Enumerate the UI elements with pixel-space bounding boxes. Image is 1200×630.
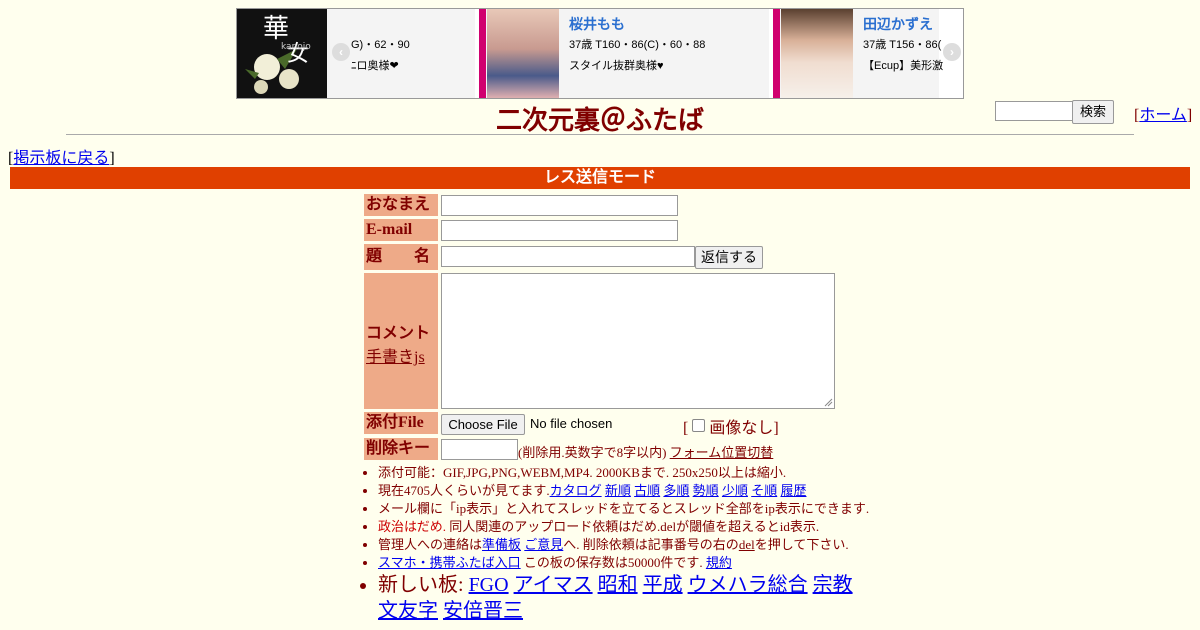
- ad-card[interactable]: 桜井もも 37歳 T160・86(C)・60・88 スタイル抜群奥様♥: [479, 9, 769, 98]
- board-link-umehara[interactable]: ウメハラ総合: [688, 574, 808, 596]
- rule-item: 現在4705人くらいが見てます.カタログ 新順 古順 多順 勢順 少順 そ順 履…: [378, 482, 876, 500]
- delkey-note: (削除用.英数字で8字以内): [518, 445, 667, 460]
- ad-card-photo: [487, 9, 559, 98]
- rule-text: を押して下さい.: [754, 537, 849, 552]
- board-link-fgo[interactable]: FGO: [469, 574, 509, 596]
- new-boards-label: 新しい板:: [378, 574, 469, 596]
- home-link[interactable]: ホーム: [1139, 107, 1187, 124]
- choose-file-button[interactable]: Choose File: [441, 414, 525, 435]
- search-button[interactable]: 検索: [1072, 100, 1114, 124]
- storage-note: この板の保存数は50000件です.: [520, 555, 703, 570]
- svg-text:華: 華: [263, 14, 289, 44]
- history-link[interactable]: 履歴: [780, 483, 806, 498]
- name-label: おなまえ: [364, 194, 438, 216]
- delkey-field[interactable]: [441, 439, 518, 460]
- tegaki-link[interactable]: 手書きjs: [366, 349, 425, 366]
- mobile-entry-link[interactable]: スマホ・携帯ふたば入口: [378, 555, 521, 570]
- ad-card-stripe: [479, 9, 486, 98]
- rule-item: 添付可能：GIF,JPG,PNG,WEBM,MP4. 2000KBまで. 250…: [378, 464, 876, 482]
- rule-text: 管理人への連絡は: [378, 537, 483, 552]
- delkey-note-line: (削除用.英数字で8字以内) フォーム位置切替: [518, 442, 773, 461]
- ad-card-spec: 37歳 T160・86(C)・60・88: [569, 39, 706, 51]
- search-input[interactable]: [995, 101, 1075, 121]
- brand-logo[interactable]: 華 女 kanojo: [237, 9, 327, 98]
- rule-item: 管理人への連絡は準備板 ご意見へ. 削除依頼は記事番号の右のdelを押して下さい…: [378, 536, 876, 554]
- home-link-wrapper: [ホーム]: [1134, 107, 1193, 124]
- back-link-wrapper: [掲示板に戻る]: [8, 150, 115, 167]
- rule-text: 添付可能：GIF,JPG,PNG,WEBM,MP4. 2000KBまで. 250…: [378, 465, 787, 480]
- board-link-imas[interactable]: アイマス: [514, 574, 593, 596]
- prep-board-link[interactable]: 準備板: [482, 537, 521, 552]
- divider: [66, 134, 1134, 135]
- sort-link-momentum[interactable]: 勢順: [693, 483, 719, 498]
- ad-card-spec: 37歳 T156・86(: [863, 39, 942, 51]
- sort-link-new[interactable]: 新順: [605, 483, 631, 498]
- ad-card-desc: スタイル抜群奥様♥: [569, 60, 664, 72]
- reply-button[interactable]: 返信する: [695, 246, 763, 269]
- file-status: No file chosen: [530, 416, 613, 431]
- board-link-heisei[interactable]: 平成: [643, 574, 683, 596]
- viewer-count: 現在4705人くらいが見てます.: [378, 483, 550, 498]
- sort-link-old[interactable]: 古順: [634, 483, 660, 498]
- subject-label: 題 名: [364, 244, 438, 270]
- rule-text: へ. 削除依頼は記事番号の右の: [563, 537, 739, 552]
- email-field[interactable]: [441, 220, 678, 241]
- sort-link-few[interactable]: 少順: [722, 483, 748, 498]
- politics-warning: 政治はだめ.: [378, 519, 446, 534]
- subject-field[interactable]: [441, 246, 695, 267]
- name-field[interactable]: [441, 195, 678, 216]
- board-link-bunyuuji[interactable]: 文友字: [378, 600, 438, 622]
- rules-list: 添付可能：GIF,JPG,PNG,WEBM,MP4. 2000KBまで. 250…: [362, 464, 876, 624]
- feedback-link[interactable]: ご意見: [524, 537, 563, 552]
- no-image-checkbox[interactable]: [692, 419, 706, 432]
- comment-textarea[interactable]: [441, 273, 835, 409]
- chevron-right-icon[interactable]: ›: [943, 43, 961, 61]
- rule-text: 同人関連のアップロード依頼はだめ.delが閾値を超えるとid表示.: [446, 519, 820, 534]
- board-link-abe[interactable]: 安倍晋三: [443, 600, 523, 622]
- terms-link[interactable]: 規約: [706, 555, 732, 570]
- comment-label-cell: コメント 手書きjs: [364, 273, 438, 409]
- ad-banner[interactable]: 華 女 kanojo G)・62・90 ﾆロ奥様❤ ‹ 桜井もも 37歳 T16…: [236, 8, 964, 99]
- ad-card-stripe: [773, 9, 780, 98]
- email-label: E-mail: [364, 219, 438, 241]
- rule-item: メール欄に「ip表示」と入れてスレッドを立てるとスレッド全部をip表示にできます…: [378, 500, 876, 518]
- sort-link-many[interactable]: 多順: [663, 483, 689, 498]
- rule-item: 新しい板: FGO アイマス 昭和 平成 ウメハラ総合 宗教 文友字 安倍晋三: [378, 572, 876, 624]
- chevron-left-icon[interactable]: ‹: [332, 43, 350, 61]
- rule-text: メール欄に「ip表示」と入れてスレッドを立てるとスレッド全部をip表示にできます…: [378, 501, 870, 516]
- reply-mode-bar: レス送信モード: [10, 167, 1190, 189]
- del-link[interactable]: del: [739, 537, 755, 552]
- comment-label: コメント: [366, 325, 431, 342]
- resize-handle-icon[interactable]: [823, 397, 833, 407]
- ad-card-desc: ﾆロ奥様❤: [351, 60, 399, 72]
- delkey-label: 削除キー: [364, 438, 438, 460]
- ad-card[interactable]: 田辺かずえ 37歳 T156・86( 【Ecup】美形激: [773, 9, 943, 98]
- no-image-label: 画像なし: [709, 420, 774, 437]
- sort-link-catalog[interactable]: カタログ: [550, 483, 602, 498]
- ad-card-desc: 【Ecup】美形激: [863, 60, 944, 72]
- back-to-board-link[interactable]: 掲示板に戻る: [13, 150, 109, 167]
- board-link-religion[interactable]: 宗教: [813, 574, 853, 596]
- svg-text:kanojo: kanojo: [281, 42, 311, 52]
- ad-card-name: 桜井もも: [569, 16, 625, 32]
- form-position-toggle[interactable]: フォーム位置切替: [670, 445, 774, 460]
- file-label: 添付File: [364, 412, 438, 434]
- ad-card-spec: G)・62・90: [351, 39, 410, 51]
- board-link-showa[interactable]: 昭和: [598, 574, 638, 596]
- sort-link-so[interactable]: そ順: [751, 483, 777, 498]
- no-image-option[interactable]: [ 画像なし]: [683, 414, 779, 438]
- ad-card-name: 田辺かずえ: [863, 16, 933, 32]
- rule-item: スマホ・携帯ふたば入口 この板の保存数は50000件です. 規約: [378, 554, 876, 572]
- rule-item: 政治はだめ. 同人関連のアップロード依頼はだめ.delが閾値を超えるとid表示.: [378, 518, 876, 536]
- ad-card-photo: [781, 9, 853, 98]
